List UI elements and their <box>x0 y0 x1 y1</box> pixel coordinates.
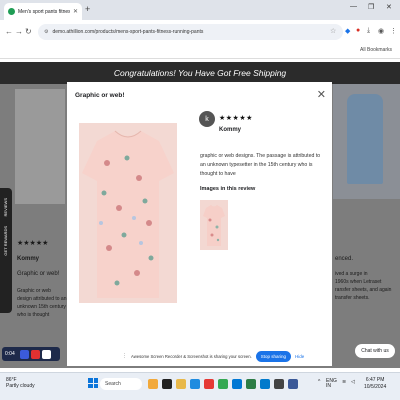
weather-widget[interactable]: 86°F Partly cloudy <box>6 377 35 389</box>
clock-time: 6:47 PM <box>365 377 385 383</box>
close-tab-icon[interactable]: ✕ <box>73 8 78 15</box>
recording-timer: 0:04 <box>5 351 15 357</box>
share-message: Awesome Screen Recorder & Screenshot is … <box>131 353 252 359</box>
stop-sharing-button[interactable]: Stop sharing <box>255 350 292 362</box>
bg-reviewer-name: Kommy <box>17 256 40 262</box>
bg-review-stars: ★★★★★ <box>17 240 49 247</box>
close-icon[interactable]: ✕ <box>317 88 326 101</box>
share-grip-icon[interactable]: ⋮ <box>122 353 127 359</box>
bookmark-star-icon[interactable]: ☆ <box>330 27 336 35</box>
new-tab-icon[interactable]: + <box>85 4 90 14</box>
reload-icon[interactable]: ↻ <box>25 27 32 36</box>
draw-button[interactable] <box>41 349 51 359</box>
volume-icon[interactable]: ◁ <box>351 379 355 385</box>
windows-start-icon[interactable] <box>88 378 98 388</box>
region-code: IN <box>326 383 331 389</box>
recorder-controls: 0:04 <box>2 347 60 361</box>
review-main-image <box>79 123 177 303</box>
vscode-icon[interactable] <box>260 379 270 389</box>
file-explorer-icon[interactable] <box>176 379 186 389</box>
stop-recording-button[interactable] <box>30 349 40 359</box>
tab-title: Men's sport pants fitness runnin <box>18 8 70 15</box>
recorder-extension-icon[interactable]: ● <box>356 27 360 34</box>
bg-product-image <box>333 84 400 199</box>
pause-button[interactable] <box>19 349 29 359</box>
tshirt-thumb-graphic <box>200 200 228 250</box>
wifi-icon[interactable]: ≋ <box>342 379 346 385</box>
taskbar-search[interactable]: Search <box>100 378 142 390</box>
bookmarks-bar <box>0 44 400 59</box>
menu-icon[interactable]: ⋮ <box>390 27 397 35</box>
taskbar-search-label: Search <box>105 381 121 387</box>
clock[interactable]: 6:47 PM 10/5/2024 <box>364 377 386 391</box>
reviewer-name: Kommy <box>219 127 242 133</box>
browser-tab[interactable]: Men's sport pants fitness runnin ✕ <box>4 3 82 20</box>
review-images-heading: Images in this review <box>200 186 256 192</box>
bg-review-title: Graphic or web! <box>17 271 60 277</box>
review-image-thumbnail[interactable] <box>200 200 228 250</box>
minimize-icon[interactable]: — <box>350 3 357 10</box>
bg-product-card <box>15 89 65 204</box>
widgets-icon[interactable] <box>148 379 158 389</box>
bg-review-text: Graphic or web design attributed to an u… <box>17 288 67 318</box>
clock-date: 10/5/2024 <box>364 384 387 390</box>
download-icon[interactable]: ⤓ <box>367 27 370 35</box>
edge-icon[interactable] <box>190 379 200 389</box>
maximize-icon[interactable]: ❐ <box>368 3 374 11</box>
shipping-banner: Congratulations! You Have Got Free Shipp… <box>0 62 400 84</box>
screen-share-bar: ⋮ Awesome Screen Recorder & Screenshot i… <box>118 348 304 364</box>
avatar: k <box>199 111 215 127</box>
brave-icon[interactable] <box>204 379 214 389</box>
taskbar <box>0 372 400 400</box>
hide-button[interactable]: Hide <box>295 354 304 359</box>
chrome-icon[interactable] <box>218 379 228 389</box>
tshirt-photo-graphic <box>79 123 177 303</box>
bg-right-text: ived a surge in 1960s when Letraset rans… <box>335 271 392 301</box>
chat-button[interactable]: Chat with us <box>355 344 395 358</box>
reviews-side-tab[interactable]: REVIEWS GET REWARDS <box>0 188 12 313</box>
tray-chevron-icon[interactable]: ^ <box>318 379 320 385</box>
language-indicator[interactable]: ENG IN <box>326 379 337 389</box>
address-bar[interactable]: ⚙ demo.athillion.com/products/mens-sport… <box>38 24 343 40</box>
weather-condition: Partly cloudy <box>6 383 35 389</box>
reviews-side-label: REVIEWS <box>3 198 8 217</box>
review-text: graphic or web designs. The passage is a… <box>200 153 321 177</box>
rewards-side-label: GET REWARDS <box>3 226 8 257</box>
site-info-icon[interactable]: ⚙ <box>44 29 48 35</box>
url-text: demo.athillion.com/products/mens-sport-p… <box>52 29 204 35</box>
tab-bar: Men's sport pants fitness runnin ✕ + — ❐… <box>0 0 400 20</box>
app-icon[interactable] <box>288 379 298 389</box>
modal-title: Graphic or web! <box>75 92 125 99</box>
chat-label: Chat with us <box>361 348 389 354</box>
close-window-icon[interactable]: ✕ <box>386 3 392 11</box>
back-icon[interactable]: ← <box>5 27 13 36</box>
forward-icon[interactable]: → <box>15 27 23 36</box>
rating-stars: ★★★★★ <box>219 115 253 122</box>
excel-icon[interactable] <box>246 379 256 389</box>
favicon-icon <box>8 8 15 15</box>
terminal-icon[interactable] <box>274 379 284 389</box>
task-view-icon[interactable] <box>162 379 172 389</box>
mail-icon[interactable] <box>232 379 242 389</box>
bg-right-heading: enced. <box>335 256 354 262</box>
all-bookmarks[interactable]: All Bookmarks <box>360 47 392 53</box>
profile-icon[interactable]: ◉ <box>378 27 384 35</box>
extension-icon[interactable]: ◆ <box>345 27 350 35</box>
